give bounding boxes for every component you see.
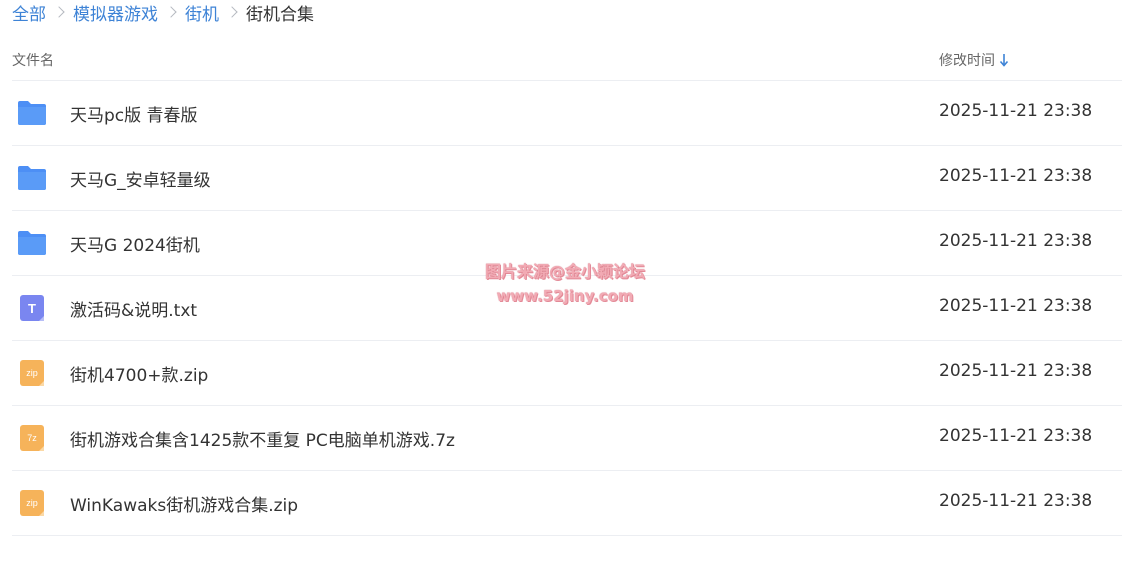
file-name[interactable]: 街机4700+款.zip <box>70 361 208 386</box>
column-header-name[interactable]: 文件名 <box>12 50 54 70</box>
breadcrumb-arcade[interactable]: 街机 <box>185 0 219 25</box>
folder-icon <box>18 166 46 190</box>
zip-file-icon: zip <box>20 490 44 516</box>
breadcrumb-emulator-games[interactable]: 模拟器游戏 <box>73 0 158 25</box>
file-row[interactable]: T 激活码&说明.txt 2025-11-21 23:38 <box>12 276 1122 341</box>
chevron-right-icon <box>53 6 65 18</box>
sort-descending-icon[interactable] <box>999 53 1009 67</box>
file-type-badge: 7z <box>27 433 37 443</box>
file-modified-time: 2025-11-21 23:38 <box>939 491 1093 511</box>
file-name[interactable]: 天马G_安卓轻量级 <box>70 166 211 191</box>
file-modified-time: 2025-11-21 23:38 <box>939 426 1093 446</box>
file-type-badge: T <box>28 301 36 316</box>
file-name[interactable]: 天马G 2024街机 <box>70 231 200 256</box>
file-name[interactable]: 街机游戏合集含1425款不重复 PC电脑单机游戏.7z <box>70 426 455 451</box>
chevron-right-icon <box>226 6 238 18</box>
7z-file-icon: 7z <box>20 425 44 451</box>
file-name[interactable]: WinKawaks街机游戏合集.zip <box>70 491 298 516</box>
file-row[interactable]: 天马G 2024街机 2025-11-21 23:38 <box>12 211 1122 276</box>
text-file-icon: T <box>20 295 44 321</box>
file-list: 天马pc版 青春版 2025-11-21 23:38 天马G_安卓轻量级 202… <box>12 81 1122 536</box>
file-row[interactable]: 天马G_安卓轻量级 2025-11-21 23:38 <box>12 146 1122 211</box>
column-header-time-label: 修改时间 <box>939 53 995 69</box>
chevron-right-icon <box>165 6 177 18</box>
folder-icon <box>18 101 46 125</box>
file-row[interactable]: zip 街机4700+款.zip 2025-11-21 23:38 <box>12 341 1122 406</box>
file-modified-time: 2025-11-21 23:38 <box>939 101 1093 121</box>
file-modified-time: 2025-11-21 23:38 <box>939 296 1093 316</box>
file-name[interactable]: 天马pc版 青春版 <box>70 101 198 126</box>
breadcrumb-all[interactable]: 全部 <box>12 0 46 25</box>
file-type-badge: zip <box>26 368 38 378</box>
file-row[interactable]: 天马pc版 青春版 2025-11-21 23:38 <box>12 81 1122 146</box>
file-row[interactable]: 7z 街机游戏合集含1425款不重复 PC电脑单机游戏.7z 2025-11-2… <box>12 406 1122 471</box>
file-row[interactable]: zip WinKawaks街机游戏合集.zip 2025-11-21 23:38 <box>12 471 1122 536</box>
file-modified-time: 2025-11-21 23:38 <box>939 231 1093 251</box>
zip-file-icon: zip <box>20 360 44 386</box>
column-header-modified-time[interactable]: 修改时间 <box>939 50 1009 70</box>
file-name[interactable]: 激活码&说明.txt <box>70 296 197 321</box>
file-modified-time: 2025-11-21 23:38 <box>939 166 1093 186</box>
file-list-header: 文件名 修改时间 <box>12 40 1122 81</box>
breadcrumb-current: 街机合集 <box>246 4 314 25</box>
file-type-badge: zip <box>26 498 38 508</box>
breadcrumb: 全部 模拟器游戏 街机 街机合集 <box>12 0 314 25</box>
folder-icon <box>18 231 46 255</box>
file-modified-time: 2025-11-21 23:38 <box>939 361 1093 381</box>
